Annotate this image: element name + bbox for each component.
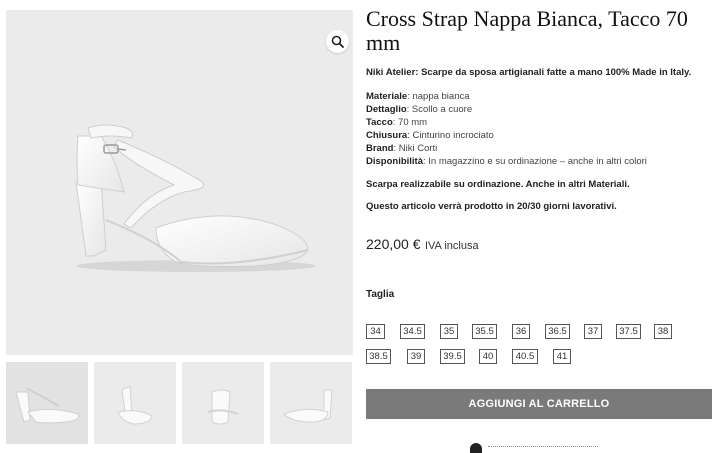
thumbnail-image [283,389,333,423]
thumbnail-4[interactable] [270,362,352,444]
spec-label: Dettaglio [366,104,407,115]
tax-label: IVA inclusa [424,240,479,252]
thumbnail-strip [6,362,353,446]
wishlist-link-partial [488,446,598,449]
thumbnail-2[interactable] [94,362,176,444]
product-title: Cross Strap Nappa Bianca, Tacco 70 mm [366,6,688,55]
spec-row-closure: Chiusura: Cinturino incrociato [366,129,647,142]
size-option-40-5[interactable]: 40.5 [512,349,538,364]
price-line: 220,00 € IVA inclusa [366,236,479,254]
size-option-41[interactable]: 41 [553,349,571,364]
spec-value: : Cinturino incrociato [407,130,494,141]
thumbnail-1[interactable] [6,362,88,444]
size-option-35[interactable]: 35 [440,324,458,339]
heart-icon[interactable] [470,443,482,453]
thumbnail-image [117,385,153,425]
spec-row-availability: Disponibilità: In magazzino e su ordinaz… [366,155,647,168]
product-specs: Materiale: nappa bianca Dettaglio: Scoll… [366,90,647,168]
size-option-38-5[interactable]: 38.5 [366,349,391,364]
spec-value: : In magazzino e su ordinazione – anche … [423,156,647,167]
spec-row-material: Materiale: nappa bianca [366,90,647,103]
spec-label: Disponibilità [366,156,423,167]
size-option-34[interactable]: 34 [366,324,385,339]
add-to-cart-button[interactable]: AGGIUNGI AL CARRELLO [366,389,712,419]
spec-label: Tacco [366,117,393,128]
size-option-37[interactable]: 37 [584,324,602,339]
zoom-button[interactable] [326,30,349,53]
size-option-37-5[interactable]: 37.5 [616,324,641,339]
spec-value: : nappa bianca [407,91,470,102]
spec-value: : 70 mm [392,117,428,128]
order-note: Scarpa realizzabile su ordinazione. Anch… [366,179,630,190]
spec-label: Chiusura [366,130,408,141]
spec-label: Brand [366,143,394,154]
size-option-40[interactable]: 40 [479,349,497,364]
thumbnail-3[interactable] [182,362,264,444]
spec-label: Materiale [366,91,408,102]
spec-value: : Niki Corti [393,143,438,154]
size-option-36-5[interactable]: 36.5 [545,324,570,339]
size-label: Taglia [366,289,395,300]
magnifier-icon [331,35,344,48]
product-price: 220,00 € [366,236,421,252]
spec-row-detail: Dettaglio: Scollo a cuore [366,103,647,116]
size-option-36[interactable]: 36 [512,324,530,339]
spec-row-heel: Tacco: 70 mm [366,116,647,129]
production-note: Questo articolo verrà prodotto in 20/30 … [366,201,617,212]
thumbnail-image [207,389,239,425]
spec-value: : Scollo a cuore [406,104,473,115]
spec-row-brand: Brand: Niki Corti [366,142,647,155]
product-intro: Niki Atelier: Scarpe da sposa artigianal… [366,67,692,78]
size-option-39[interactable]: 39 [407,349,425,364]
size-option-38[interactable]: 38 [654,324,672,339]
size-option-39-5[interactable]: 39.5 [440,349,465,364]
size-option-35-5[interactable]: 35.5 [472,324,497,339]
shoe-illustration [75,124,316,272]
thumbnail-image [15,387,80,424]
main-product-image[interactable] [6,10,353,355]
size-option-34-5[interactable]: 34.5 [400,324,425,339]
